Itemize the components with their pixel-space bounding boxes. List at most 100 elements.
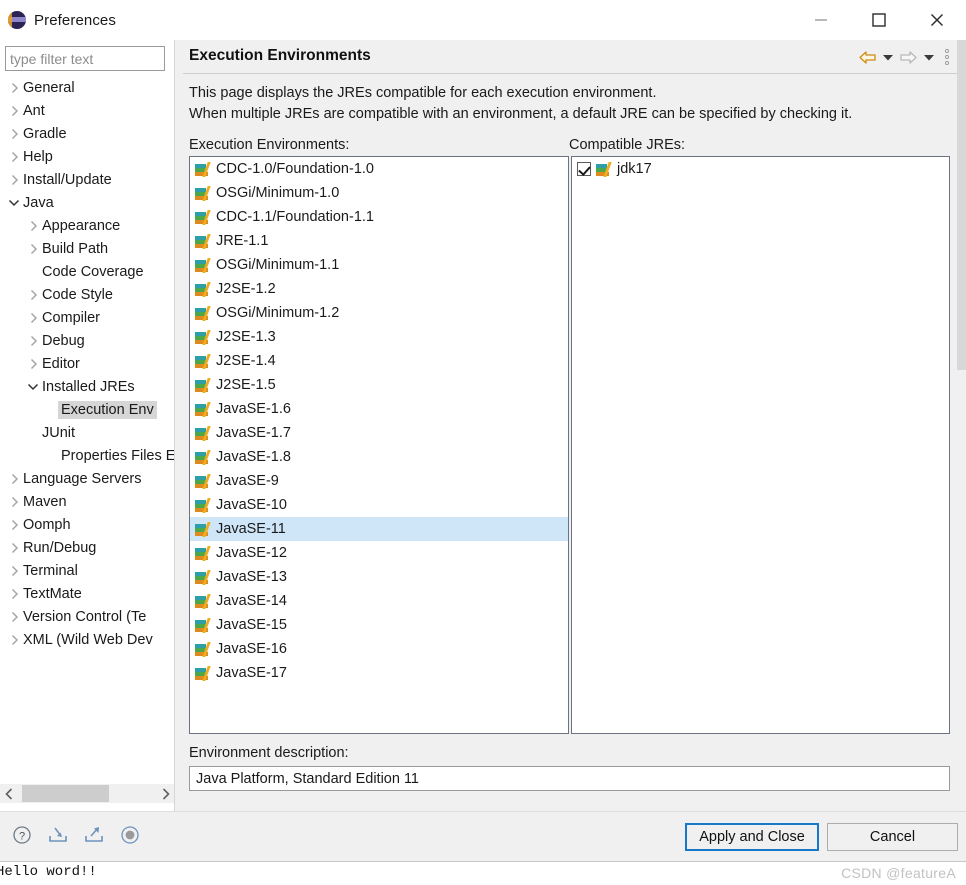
list-item[interactable]: OSGi/Minimum-1.2 xyxy=(190,301,568,325)
chevron-right-icon[interactable] xyxy=(6,611,22,623)
list-item[interactable]: CDC-1.1/Foundation-1.1 xyxy=(190,205,568,229)
arrow-left-icon[interactable] xyxy=(858,50,877,65)
chevron-right-icon[interactable] xyxy=(6,634,22,646)
chevron-down-icon[interactable] xyxy=(6,198,22,207)
list-item[interactable]: CDC-1.0/Foundation-1.0 xyxy=(190,157,568,181)
chevron-right-icon[interactable] xyxy=(6,542,22,554)
sidebar-item-label: Version Control (Te xyxy=(23,608,147,625)
sidebar-horizontal-scrollbar[interactable] xyxy=(0,784,175,803)
chevron-right-icon[interactable] xyxy=(156,784,175,803)
sidebar-item-label: Terminal xyxy=(23,562,78,579)
sidebar-item-oomph[interactable]: Oomph xyxy=(0,513,175,536)
chevron-right-icon[interactable] xyxy=(25,358,41,370)
list-item[interactable]: JavaSE-10 xyxy=(190,493,568,517)
chevron-down-icon[interactable] xyxy=(25,382,41,391)
sidebar-item-gradle[interactable]: Gradle xyxy=(0,122,175,145)
chevron-right-icon[interactable] xyxy=(6,82,22,94)
sidebar-item-help[interactable]: Help xyxy=(0,145,175,168)
jre-library-icon xyxy=(195,449,212,465)
close-icon[interactable] xyxy=(908,0,966,40)
sidebar-item-debug[interactable]: Debug xyxy=(0,329,175,352)
chevron-right-icon[interactable] xyxy=(6,565,22,577)
list-item[interactable]: J2SE-1.5 xyxy=(190,373,568,397)
sidebar-item-execution-env[interactable]: Execution Env xyxy=(0,398,175,421)
content-vertical-scrollbar[interactable] xyxy=(957,40,966,811)
help-icon[interactable]: ? xyxy=(10,823,34,847)
list-item[interactable]: JavaSE-17 xyxy=(190,661,568,685)
chevron-right-icon[interactable] xyxy=(6,496,22,508)
execution-environment-label: JavaSE-17 xyxy=(216,665,287,681)
chevron-down-icon[interactable] xyxy=(922,48,936,66)
list-item[interactable]: JavaSE-1.6 xyxy=(190,397,568,421)
sidebar-item-version-control-te[interactable]: Version Control (Te xyxy=(0,605,175,628)
sidebar-item-run-debug[interactable]: Run/Debug xyxy=(0,536,175,559)
vertical-dots-icon[interactable] xyxy=(940,47,954,67)
execution-environments-list[interactable]: CDC-1.0/Foundation-1.0 OSGi/Minimum-1.0 CD… xyxy=(189,156,569,734)
sidebar-item-code-coverage[interactable]: Code Coverage xyxy=(0,260,175,283)
chevron-down-icon[interactable] xyxy=(881,48,895,66)
default-jre-checkbox[interactable] xyxy=(577,162,591,176)
maximize-icon[interactable] xyxy=(850,0,908,40)
sidebar-item-appearance[interactable]: Appearance xyxy=(0,214,175,237)
list-item[interactable]: JavaSE-14 xyxy=(190,589,568,613)
sidebar-item-maven[interactable]: Maven xyxy=(0,490,175,513)
list-item[interactable]: OSGi/Minimum-1.1 xyxy=(190,253,568,277)
sidebar-item-properties-files-e[interactable]: Properties Files E xyxy=(0,444,175,467)
list-item[interactable]: JavaSE-1.8 xyxy=(190,445,568,469)
scrollbar-thumb[interactable] xyxy=(22,785,109,802)
chevron-right-icon[interactable] xyxy=(6,174,22,186)
sidebar-item-editor[interactable]: Editor xyxy=(0,352,175,375)
scrollbar-track[interactable] xyxy=(19,784,156,803)
chevron-right-icon[interactable] xyxy=(25,243,41,255)
sidebar-item-terminal[interactable]: Terminal xyxy=(0,559,175,582)
list-item[interactable]: JavaSE-12 xyxy=(190,541,568,565)
chevron-right-icon[interactable] xyxy=(25,289,41,301)
list-item[interactable]: JavaSE-16 xyxy=(190,637,568,661)
sidebar-item-language-servers[interactable]: Language Servers xyxy=(0,467,175,490)
scrollbar-thumb[interactable] xyxy=(957,40,966,370)
import-icon[interactable] xyxy=(46,823,70,847)
restore-defaults-icon[interactable] xyxy=(118,823,142,847)
chevron-right-icon[interactable] xyxy=(25,220,41,232)
sidebar-item-install-update[interactable]: Install/Update xyxy=(0,168,175,191)
sidebar-item-junit[interactable]: JUnit xyxy=(0,421,175,444)
sidebar-item-installed-jres[interactable]: Installed JREs xyxy=(0,375,175,398)
export-icon[interactable] xyxy=(82,823,106,847)
list-item[interactable]: J2SE-1.3 xyxy=(190,325,568,349)
list-item[interactable]: OSGi/Minimum-1.0 xyxy=(190,181,568,205)
chevron-right-icon[interactable] xyxy=(25,312,41,324)
chevron-left-icon[interactable] xyxy=(0,784,19,803)
sidebar-item-compiler[interactable]: Compiler xyxy=(0,306,175,329)
apply-and-close-button[interactable]: Apply and Close xyxy=(685,823,819,851)
compatible-jres-list[interactable]: jdk17 xyxy=(571,156,950,734)
jre-library-icon xyxy=(195,593,212,609)
search-input[interactable] xyxy=(5,46,165,71)
sidebar-item-xml-wild-web-dev[interactable]: XML (Wild Web Dev xyxy=(0,628,175,651)
chevron-right-icon[interactable] xyxy=(6,151,22,163)
list-item[interactable]: JavaSE-9 xyxy=(190,469,568,493)
arrow-right-icon[interactable] xyxy=(899,50,918,65)
minimize-icon[interactable] xyxy=(792,0,850,40)
list-item[interactable]: JavaSE-11 xyxy=(190,517,568,541)
list-item[interactable]: J2SE-1.2 xyxy=(190,277,568,301)
list-item[interactable]: JavaSE-13 xyxy=(190,565,568,589)
sidebar-item-textmate[interactable]: TextMate xyxy=(0,582,175,605)
chevron-right-icon[interactable] xyxy=(6,588,22,600)
cancel-button[interactable]: Cancel xyxy=(827,823,958,851)
sidebar-item-code-style[interactable]: Code Style xyxy=(0,283,175,306)
chevron-right-icon[interactable] xyxy=(6,519,22,531)
chevron-right-icon[interactable] xyxy=(6,128,22,140)
chevron-right-icon[interactable] xyxy=(6,105,22,117)
chevron-right-icon[interactable] xyxy=(25,335,41,347)
sidebar-item-general[interactable]: General xyxy=(0,76,175,99)
list-item[interactable]: J2SE-1.4 xyxy=(190,349,568,373)
list-item[interactable]: JavaSE-1.7 xyxy=(190,421,568,445)
sidebar-item-java[interactable]: Java xyxy=(0,191,175,214)
sidebar-item-build-path[interactable]: Build Path xyxy=(0,237,175,260)
list-item[interactable]: JRE-1.1 xyxy=(190,229,568,253)
chevron-right-icon[interactable] xyxy=(6,473,22,485)
preferences-tree[interactable]: General Ant Gradle Help Install/Update Java Ap… xyxy=(0,76,175,776)
list-item[interactable]: JavaSE-15 xyxy=(190,613,568,637)
sidebar-item-ant[interactable]: Ant xyxy=(0,99,175,122)
list-item[interactable]: jdk17 xyxy=(572,157,949,181)
